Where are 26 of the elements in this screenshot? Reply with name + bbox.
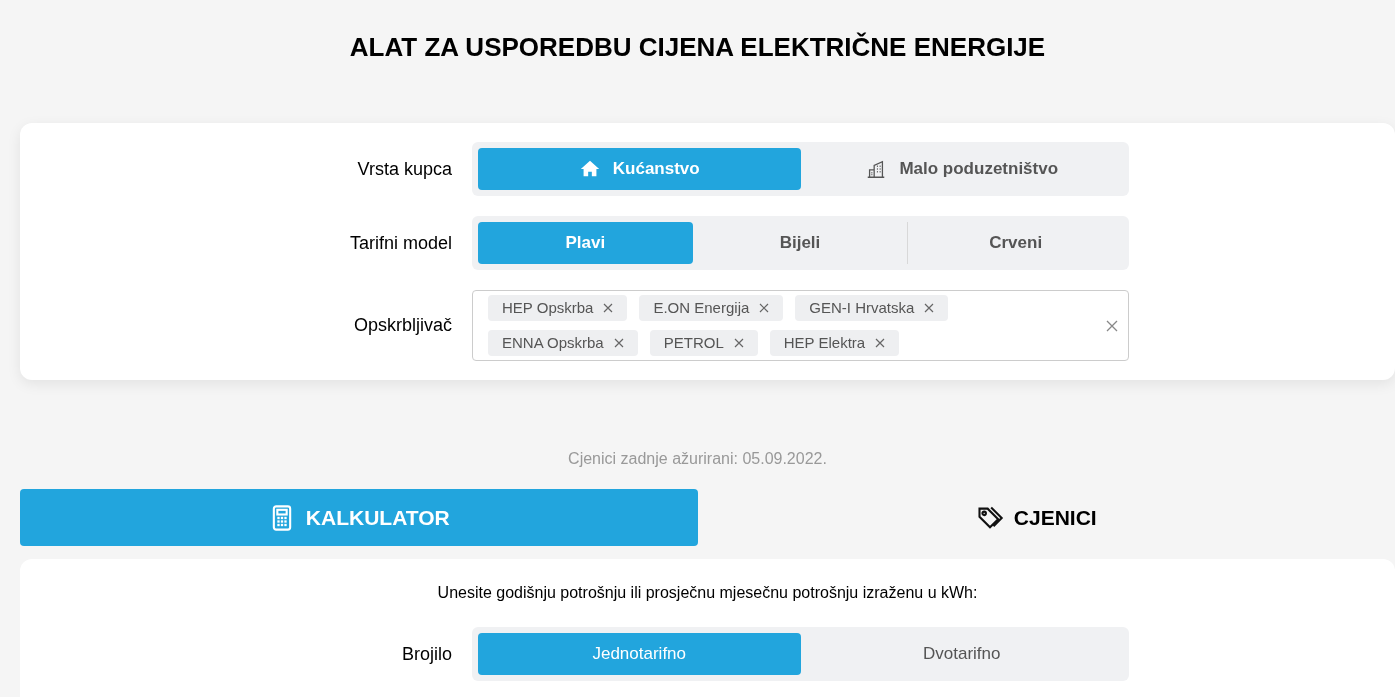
update-note: Cjenici zadnje ažurirani: 05.09.2022. <box>567 449 828 469</box>
tag-label: GEN-I Hrvatska <box>809 297 915 318</box>
remove-icon[interactable] <box>875 338 886 348</box>
supplier-select[interactable]: HEP Opskrba E.ON Energija GEN-I Hrvatska ENNA Opskrba PETROL HEP Elektra <box>472 290 1129 361</box>
field-label: Opskrbljivač <box>352 314 453 337</box>
tag-label: E.ON Energija <box>653 297 750 318</box>
page-title: ALAT ZA USPOREDBU CIJENA ELEKTRIČNE ENERGIJE <box>348 31 1047 64</box>
remove-icon[interactable] <box>759 303 770 313</box>
remove-icon[interactable] <box>733 338 744 348</box>
option-tab[interactable]: Dvotarifno <box>800 633 1123 675</box>
clear-icon[interactable] <box>1106 319 1118 332</box>
field-label: Tarifni model <box>348 231 453 255</box>
field-label: Brojilo <box>400 642 453 666</box>
remove-icon[interactable] <box>613 338 624 348</box>
option-tab[interactable]: Bijeli <box>692 222 908 264</box>
option-tab[interactable]: Crveni <box>908 222 1123 264</box>
field-label: Vrsta kupca <box>356 157 453 181</box>
tag-label: PETROL <box>663 332 724 353</box>
remove-icon[interactable] <box>924 303 935 313</box>
main-tab[interactable]: CJENICI <box>697 489 1375 546</box>
tag-label: HEP Elektra <box>783 332 866 353</box>
instruction-text: Unesite godišnju potrošnju ili prosječnu mjesečnu potrošnju izraženu u kWh: <box>436 583 979 603</box>
option-tab[interactable]: Malo poduzetništvo <box>800 148 1123 190</box>
remove-icon[interactable] <box>603 303 614 313</box>
tag-label: ENNA Opskrba <box>502 332 604 353</box>
tag-label: HEP Opskrba <box>502 297 594 318</box>
